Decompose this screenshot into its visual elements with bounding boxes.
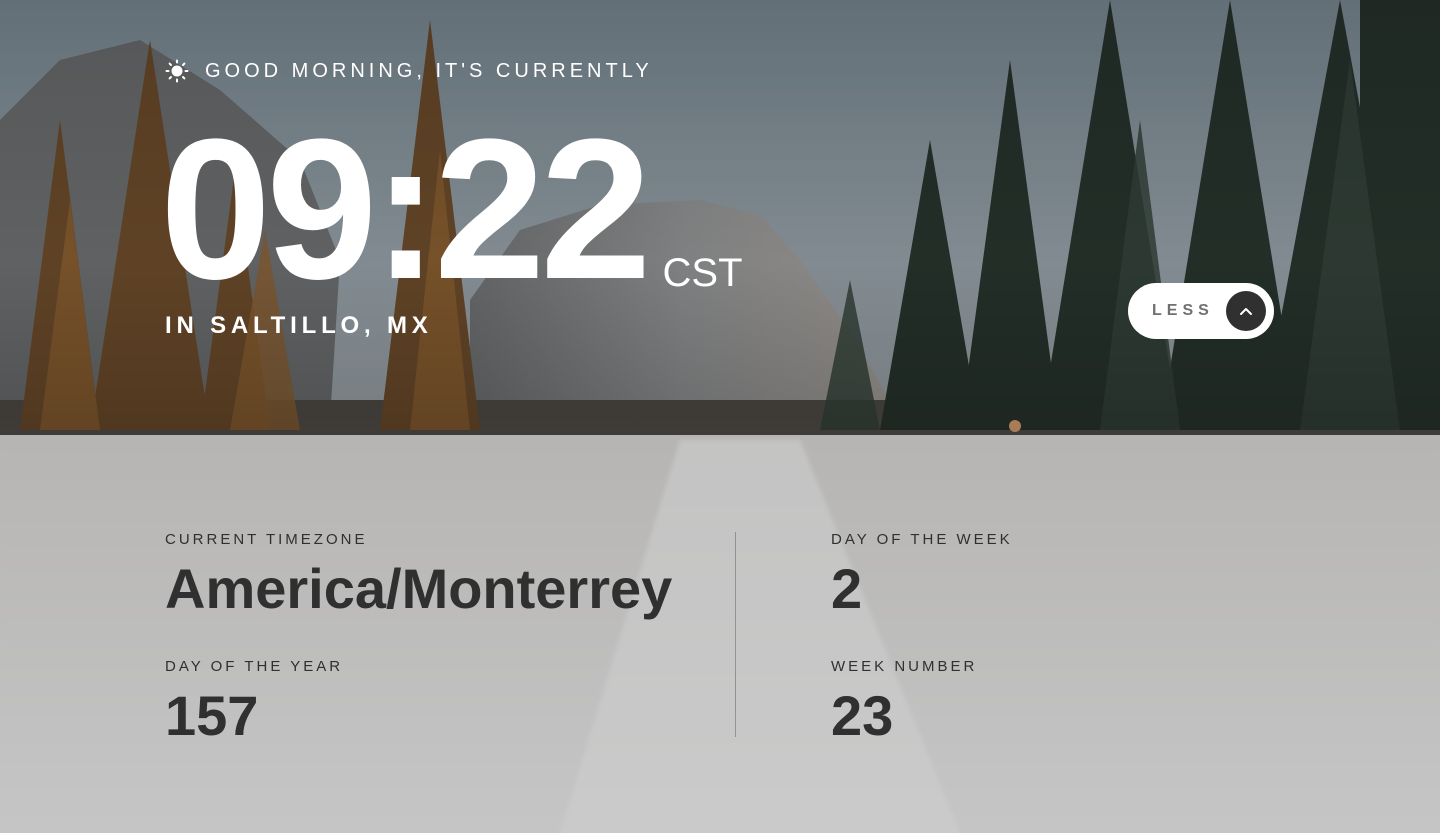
greeting: GOOD MORNING, IT'S CURRENTLY <box>165 57 653 85</box>
timezone-block: CURRENT TIMEZONE America/Monterrey <box>165 531 672 619</box>
clock-timezone-abbr: CST <box>662 251 743 295</box>
clock: 09:22 CST <box>160 98 743 321</box>
day-of-week-block: DAY OF THE WEEK 2 <box>831 531 1013 619</box>
greeting-text: GOOD MORNING, IT'S CURRENTLY <box>205 59 653 82</box>
week-number-value: 23 <box>831 684 894 747</box>
location-label: IN SALTILLO, MX <box>165 312 433 339</box>
day-of-week-value: 2 <box>831 557 863 620</box>
timezone-value: America/Monterrey <box>165 557 673 620</box>
day-of-week-label: DAY OF THE WEEK <box>831 531 1013 548</box>
sun-icon <box>165 59 189 83</box>
day-of-year-block: DAY OF THE YEAR 157 <box>165 658 343 746</box>
day-of-year-value: 157 <box>165 684 259 747</box>
clock-time: 09:22 <box>160 98 652 321</box>
chevron-up-icon <box>1226 291 1266 331</box>
week-number-block: WEEK NUMBER 23 <box>831 658 977 746</box>
details-panel: CURRENT TIMEZONE America/Monterrey DAY O… <box>0 435 1440 833</box>
less-button[interactable]: LESS <box>1128 283 1274 339</box>
day-of-year-label: DAY OF THE YEAR <box>165 658 344 675</box>
divider <box>735 532 736 737</box>
less-button-label: LESS <box>1152 302 1214 319</box>
timezone-label: CURRENT TIMEZONE <box>165 531 368 548</box>
week-number-label: WEEK NUMBER <box>831 658 978 675</box>
clock-app: GOOD MORNING, IT'S CURRENTLY 09:22 CST I… <box>0 0 1440 833</box>
